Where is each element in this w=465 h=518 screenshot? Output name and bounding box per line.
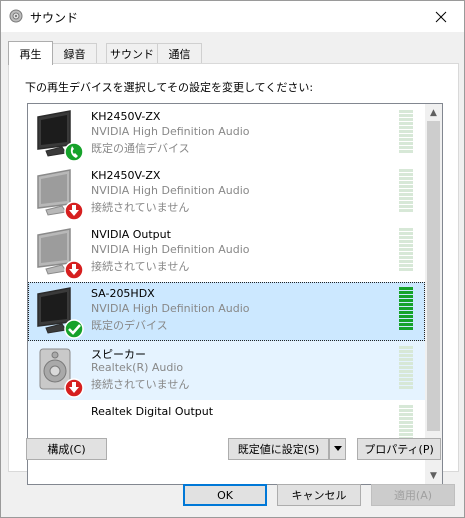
device-driver: NVIDIA High Definition Audio (91, 243, 250, 256)
monitor-icon (37, 287, 84, 339)
device-item[interactable]: SA-205HDX NVIDIA High Definition Audio 既定の… (28, 282, 425, 341)
dropdown-arrow-icon (333, 446, 342, 451)
device-item[interactable]: KH2450V-ZX NVIDIA High Definition Audio 接続… (28, 164, 425, 223)
volume-meter (399, 346, 413, 389)
configure-button[interactable]: 構成(C) (26, 438, 107, 460)
scroll-down-icon[interactable]: ▼ (425, 467, 442, 484)
device-list[interactable]: KH2450V-ZX NVIDIA High Definition Audio 既定… (27, 103, 443, 485)
checkmark-badge-icon (64, 319, 84, 339)
device-item[interactable]: NVIDIA Output NVIDIA High Definition Audi… (28, 223, 425, 282)
speaker-app-icon (9, 9, 23, 23)
device-name: KH2450V-ZX (91, 169, 161, 182)
playback-panel: 下の再生デバイスを選択してその設定を変更してください: KH2450V-ZX NV… (8, 63, 459, 485)
tab-sounds[interactable]: サウンド (106, 43, 158, 63)
volume-meter (399, 228, 413, 271)
down-arrow-badge-icon (64, 260, 84, 280)
device-status: 接続されていません (91, 260, 190, 273)
close-button[interactable] (418, 1, 464, 32)
volume-meter (399, 287, 413, 330)
device-status: 接続されていません (91, 378, 190, 391)
down-arrow-badge-icon (64, 201, 84, 221)
device-status: 既定の通信デバイス (91, 142, 190, 155)
device-name: KH2450V-ZX (91, 110, 161, 123)
scroll-up-icon[interactable]: ▲ (425, 104, 442, 121)
vertical-scrollbar[interactable]: ▲ ▼ (425, 104, 442, 484)
properties-button[interactable]: プロパティ(P) (357, 438, 441, 460)
device-status: 既定のデバイス (91, 319, 168, 332)
device-driver: NVIDIA High Definition Audio (91, 125, 250, 138)
device-driver: NVIDIA High Definition Audio (91, 302, 250, 315)
cancel-button[interactable]: キャンセル (277, 484, 361, 506)
tab-recording[interactable]: 録音 (52, 43, 97, 63)
set-default-dropdown-button[interactable] (329, 438, 346, 460)
monitor-icon (37, 228, 84, 280)
device-item[interactable]: スピーカー Realtek(R) Audio 接続されていません (28, 341, 425, 400)
device-item[interactable]: KH2450V-ZX NVIDIA High Definition Audio 既定… (28, 105, 425, 164)
sound-dialog: サウンド 再生 録音 サウンド 通信 下の再生デバイスを選択してその設定を変更し… (0, 0, 465, 518)
monitor-icon (37, 110, 84, 162)
device-name: NVIDIA Output (91, 228, 171, 241)
device-name: SA-205HDX (91, 287, 155, 300)
phone-badge-icon (64, 142, 84, 162)
window-title: サウンド (30, 11, 79, 25)
volume-meter (399, 169, 413, 212)
apply-button: 適用(A) (371, 484, 455, 506)
device-status: 接続されていません (91, 201, 190, 214)
down-arrow-badge-icon (64, 378, 84, 398)
tab-playback[interactable]: 再生 (8, 41, 53, 65)
device-driver: NVIDIA High Definition Audio (91, 184, 250, 197)
device-driver: Realtek(R) Audio (91, 361, 184, 374)
close-icon (435, 11, 447, 22)
monitor-icon (37, 169, 84, 221)
title-bar: サウンド (1, 1, 464, 32)
scrollbar-thumb[interactable] (427, 121, 440, 431)
device-name: スピーカー (91, 348, 146, 361)
tab-communications[interactable]: 通信 (157, 43, 202, 63)
speaker-icon (39, 348, 84, 398)
volume-meter (399, 110, 413, 153)
set-default-button[interactable]: 既定値に設定(S) (228, 438, 329, 460)
device-name: Realtek Digital Output (91, 405, 214, 418)
device-list-viewport: KH2450V-ZX NVIDIA High Definition Audio 既定… (28, 104, 425, 484)
instruction-text: 下の再生デバイスを選択してその設定を変更してください: (25, 81, 314, 94)
ok-button[interactable]: OK (183, 484, 267, 506)
